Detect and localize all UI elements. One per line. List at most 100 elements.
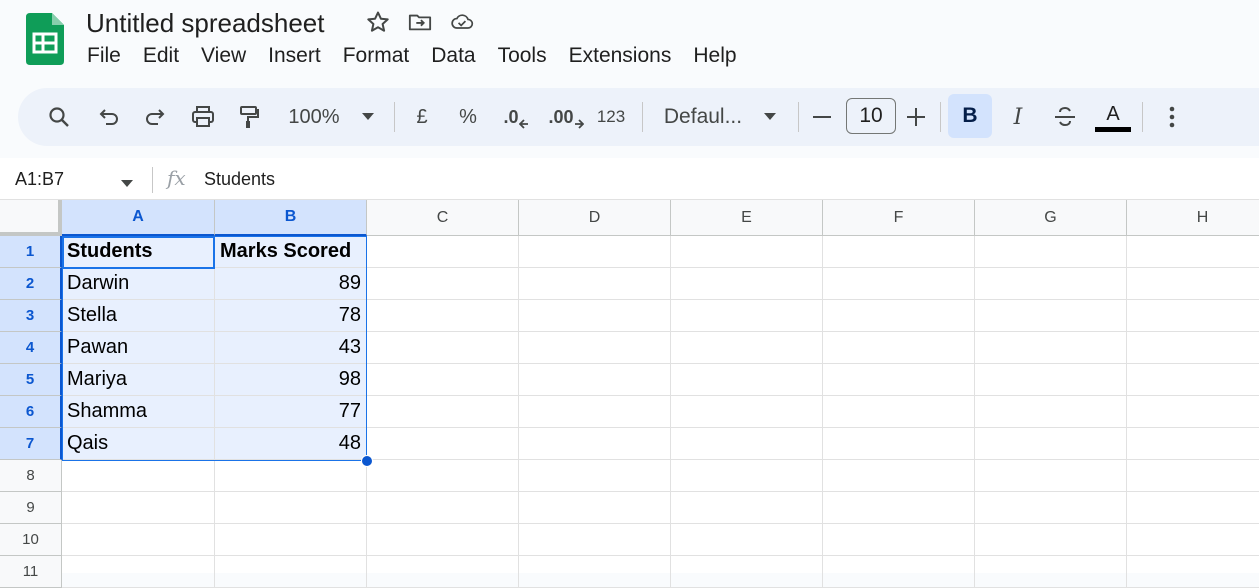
cell-d9[interactable] (519, 492, 671, 524)
cell-e1[interactable] (671, 236, 823, 268)
cell-f1[interactable] (823, 236, 975, 268)
cloud-saved-icon[interactable] (450, 10, 474, 34)
cell-g9[interactable] (975, 492, 1127, 524)
cell-g11[interactable] (975, 556, 1127, 588)
cell-b11[interactable] (215, 556, 367, 588)
font-dropdown-icon[interactable] (760, 88, 780, 146)
cell-b6[interactable]: 77 (215, 396, 367, 428)
zoom-dropdown-icon[interactable] (358, 88, 378, 146)
cell-b10[interactable] (215, 524, 367, 556)
name-box[interactable]: A1:B7 (15, 169, 64, 190)
cell-e2[interactable] (671, 268, 823, 300)
cell-h2[interactable] (1127, 268, 1259, 300)
cell-f11[interactable] (823, 556, 975, 588)
column-header-e[interactable]: E (671, 200, 823, 236)
cell-d10[interactable] (519, 524, 671, 556)
column-header-f[interactable]: F (823, 200, 975, 236)
column-header-g[interactable]: G (975, 200, 1127, 236)
cell-g4[interactable] (975, 332, 1127, 364)
cell-d5[interactable] (519, 364, 671, 396)
cell-e4[interactable] (671, 332, 823, 364)
cell-e11[interactable] (671, 556, 823, 588)
undo-icon[interactable] (94, 88, 124, 146)
cell-c2[interactable] (367, 268, 519, 300)
cell-e10[interactable] (671, 524, 823, 556)
cell-e7[interactable] (671, 428, 823, 460)
select-all-corner[interactable] (0, 200, 62, 236)
column-header-a[interactable]: A (62, 200, 215, 236)
strikethrough-icon[interactable] (1050, 88, 1080, 146)
row-header-1[interactable]: 1 (0, 236, 62, 268)
cell-d2[interactable] (519, 268, 671, 300)
cell-f6[interactable] (823, 396, 975, 428)
print-icon[interactable] (188, 88, 218, 146)
cell-b7[interactable]: 48 (215, 428, 367, 460)
cell-b8[interactable] (215, 460, 367, 492)
cell-f7[interactable] (823, 428, 975, 460)
menu-view[interactable]: View (190, 42, 257, 70)
menu-data[interactable]: Data (420, 42, 486, 70)
zoom-select[interactable]: 100% (284, 88, 344, 146)
cell-g10[interactable] (975, 524, 1127, 556)
more-formats-button[interactable]: 123 (594, 88, 628, 146)
cell-a10[interactable] (62, 524, 215, 556)
cell-c10[interactable] (367, 524, 519, 556)
cell-g7[interactable] (975, 428, 1127, 460)
cell-f5[interactable] (823, 364, 975, 396)
paint-format-icon[interactable] (234, 88, 264, 146)
cell-h4[interactable] (1127, 332, 1259, 364)
cell-b4[interactable]: 43 (215, 332, 367, 364)
font-family-select[interactable]: Defaul... (658, 88, 748, 146)
cell-h5[interactable] (1127, 364, 1259, 396)
cell-c1[interactable] (367, 236, 519, 268)
menu-help[interactable]: Help (682, 42, 747, 70)
cell-f2[interactable] (823, 268, 975, 300)
row-header-5[interactable]: 5 (0, 364, 62, 396)
cell-f10[interactable] (823, 524, 975, 556)
cell-e8[interactable] (671, 460, 823, 492)
cell-d1[interactable] (519, 236, 671, 268)
cell-f8[interactable] (823, 460, 975, 492)
name-box-dropdown-icon[interactable] (121, 175, 133, 193)
cell-f3[interactable] (823, 300, 975, 332)
cell-h3[interactable] (1127, 300, 1259, 332)
cell-a11[interactable] (62, 556, 215, 588)
cell-b2[interactable]: 89 (215, 268, 367, 300)
cell-h11[interactable] (1127, 556, 1259, 588)
fill-handle[interactable] (361, 455, 373, 467)
cell-h10[interactable] (1127, 524, 1259, 556)
cell-c11[interactable] (367, 556, 519, 588)
move-to-folder-icon[interactable] (408, 10, 432, 34)
row-header-6[interactable]: 6 (0, 396, 62, 428)
cell-a7[interactable]: Qais (62, 428, 215, 460)
column-header-h[interactable]: H (1127, 200, 1259, 236)
cell-f4[interactable] (823, 332, 975, 364)
cell-h6[interactable] (1127, 396, 1259, 428)
row-header-2[interactable]: 2 (0, 268, 62, 300)
cell-d7[interactable] (519, 428, 671, 460)
row-header-7[interactable]: 7 (0, 428, 62, 460)
cell-g1[interactable] (975, 236, 1127, 268)
cell-a1[interactable]: Students (62, 236, 215, 268)
cell-c9[interactable] (367, 492, 519, 524)
row-header-8[interactable]: 8 (0, 460, 62, 492)
menu-extensions[interactable]: Extensions (558, 42, 683, 70)
cell-g5[interactable] (975, 364, 1127, 396)
cell-d6[interactable] (519, 396, 671, 428)
cell-a6[interactable]: Shamma (62, 396, 215, 428)
cell-a3[interactable]: Stella (62, 300, 215, 332)
currency-format-button[interactable]: £ (408, 88, 436, 146)
column-header-b[interactable]: B (215, 200, 367, 236)
bold-button[interactable]: B (948, 94, 992, 138)
cell-c6[interactable] (367, 396, 519, 428)
row-header-11[interactable]: 11 (0, 556, 62, 588)
cell-c8[interactable] (367, 460, 519, 492)
cell-e6[interactable] (671, 396, 823, 428)
formula-input[interactable]: Students (204, 169, 275, 190)
menu-edit[interactable]: Edit (132, 42, 190, 70)
cell-g6[interactable] (975, 396, 1127, 428)
row-header-10[interactable]: 10 (0, 524, 62, 556)
row-header-4[interactable]: 4 (0, 332, 62, 364)
menu-file[interactable]: File (76, 42, 132, 70)
text-color-button[interactable]: A (1094, 88, 1132, 146)
